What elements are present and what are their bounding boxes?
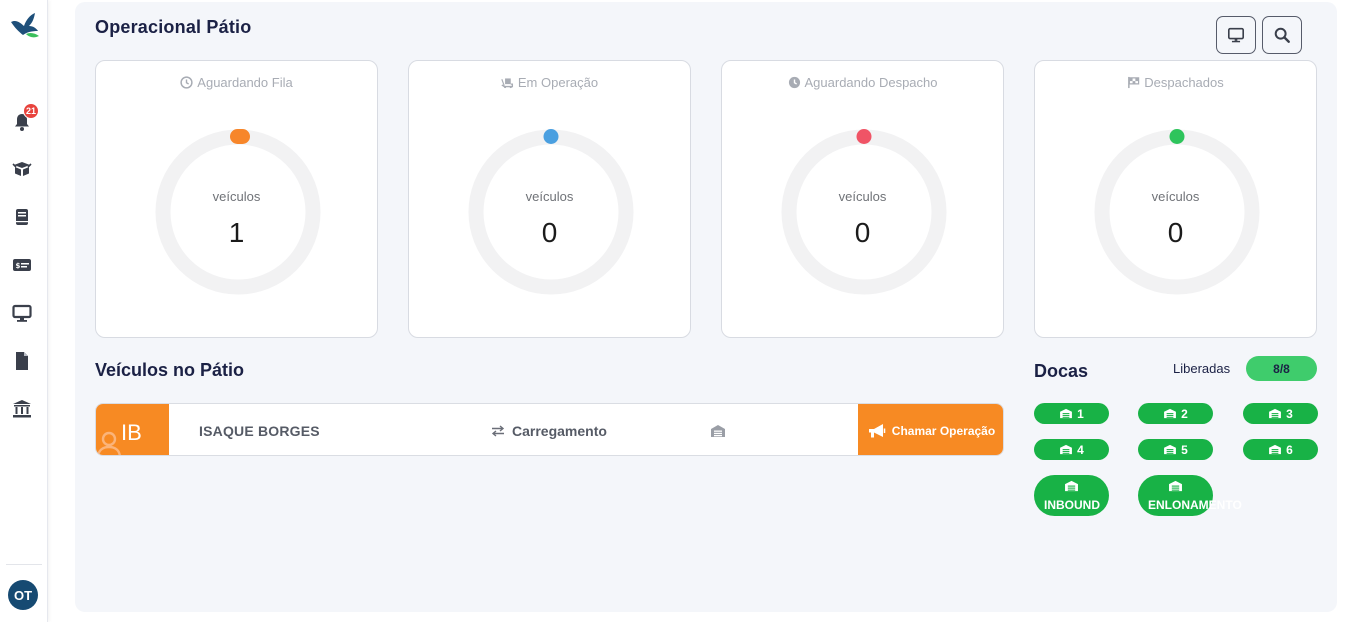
flag-checkered-icon <box>1128 76 1140 89</box>
clock-icon <box>180 76 193 89</box>
monitor-mode-button[interactable] <box>1216 16 1256 54</box>
warehouse-icon <box>1269 408 1282 419</box>
dock-label: 2 <box>1181 406 1188 421</box>
stat-title: Aguardando Fila <box>197 75 293 90</box>
stat-card-aguardando-despacho: Aguardando Despacho veículos 0 <box>721 60 1004 338</box>
exchange-arrows-icon <box>491 425 505 437</box>
ring-marker <box>543 129 559 144</box>
dock-button-3[interactable]: 3 <box>1243 403 1318 424</box>
svg-text:$: $ <box>16 262 21 270</box>
dock-button-4[interactable]: 4 <box>1034 439 1109 460</box>
warehouse-icon <box>1169 480 1182 492</box>
vehicles-section-title: Veículos no Pátio <box>95 360 245 380</box>
stat-card-em-operacao: Em Operação veículos 0 <box>408 60 691 338</box>
vehicle-initials-tag: IB <box>96 404 169 455</box>
vehicle-row[interactable]: IB ISAQUE BORGES Carregamento Chamar Ope… <box>95 403 1004 456</box>
search-button[interactable] <box>1262 16 1302 54</box>
file-icon[interactable] <box>10 349 34 373</box>
dock-label: 3 <box>1286 406 1293 421</box>
ring-value: 0 <box>854 217 871 248</box>
progress-ring <box>468 129 634 295</box>
stat-title: Despachados <box>1144 75 1224 90</box>
truck-loading-icon <box>501 78 513 89</box>
search-icon <box>1274 27 1290 43</box>
warehouse-icon <box>1060 408 1073 419</box>
ring-label: veículos <box>525 189 574 204</box>
call-operation-label: Chamar Operação <box>891 423 996 438</box>
ring-value: 1 <box>228 217 245 248</box>
money-check-icon[interactable]: $ <box>10 253 34 277</box>
box-open-icon[interactable] <box>10 157 34 181</box>
stat-title: Em Operação <box>517 75 599 90</box>
ring-value: 0 <box>541 217 558 248</box>
dock-label: 1 <box>1077 406 1084 421</box>
monitor-icon[interactable] <box>10 301 34 325</box>
clock-filled-icon <box>788 76 800 89</box>
sidebar: 21 $ OT <box>0 0 48 622</box>
dock-button-enlonamento[interactable]: ENLONAMENTO <box>1138 475 1242 516</box>
monitor-icon <box>1227 27 1245 43</box>
call-operation-button[interactable]: Chamar Operação <box>858 404 1003 455</box>
stat-card-aguardando-fila: Aguardando Fila veículos 1 <box>95 60 378 338</box>
dock-label: 6 <box>1286 442 1293 457</box>
ring-marker <box>856 129 872 144</box>
dock-button-5[interactable]: 5 <box>1138 439 1213 460</box>
driver-name: ISAQUE BORGES <box>199 423 320 439</box>
dock-label: ENLONAMENTO <box>1148 498 1242 512</box>
progress-ring <box>781 129 947 295</box>
brand-logo[interactable] <box>7 10 41 40</box>
dock-button-1[interactable]: 1 <box>1034 403 1109 424</box>
book-icon[interactable] <box>10 205 34 229</box>
released-count-badge: 8/8 <box>1246 356 1317 381</box>
warehouse-icon <box>711 425 725 437</box>
vehicle-initials: IB <box>121 420 142 445</box>
operation-type: Carregamento <box>512 423 607 439</box>
bank-icon[interactable] <box>10 397 34 421</box>
dock-label: 4 <box>1077 442 1084 457</box>
sidebar-divider <box>6 564 42 565</box>
ring-value: 0 <box>1167 217 1184 248</box>
main-panel: Operacional Pátio Aguardando Fila veícul… <box>75 2 1337 612</box>
warehouse-icon <box>1164 408 1177 419</box>
progress-ring <box>1094 129 1260 295</box>
notifications-bell-icon[interactable]: 21 <box>10 103 39 134</box>
ring-label: veículos <box>1151 189 1200 204</box>
warehouse-icon <box>1065 480 1078 492</box>
docks-section-title: Docas <box>1034 361 1089 381</box>
ring-marker <box>230 129 250 144</box>
stat-title: Aguardando Despacho <box>804 75 938 90</box>
page-title: Operacional Pátio <box>95 17 252 37</box>
megaphone-icon <box>868 423 886 437</box>
progress-ring <box>155 129 321 295</box>
stat-card-despachados: Despachados veículos 0 <box>1034 60 1317 338</box>
user-avatar[interactable]: OT <box>8 580 38 610</box>
warehouse-icon <box>1164 444 1177 455</box>
dock-button-inbound[interactable]: INBOUND <box>1034 475 1109 516</box>
warehouse-icon <box>1060 444 1073 455</box>
dock-label: INBOUND <box>1044 498 1100 512</box>
ring-label: veículos <box>212 189 261 204</box>
ring-marker <box>1169 129 1185 144</box>
warehouse-icon <box>1269 444 1282 455</box>
dock-button-2[interactable]: 2 <box>1138 403 1213 424</box>
ring-label: veículos <box>838 189 887 204</box>
released-label: Liberadas <box>1173 361 1231 376</box>
dock-button-6[interactable]: 6 <box>1243 439 1318 460</box>
user-outline-icon <box>97 431 121 455</box>
dock-label: 5 <box>1181 442 1188 457</box>
notification-count-badge: 21 <box>23 103 39 119</box>
